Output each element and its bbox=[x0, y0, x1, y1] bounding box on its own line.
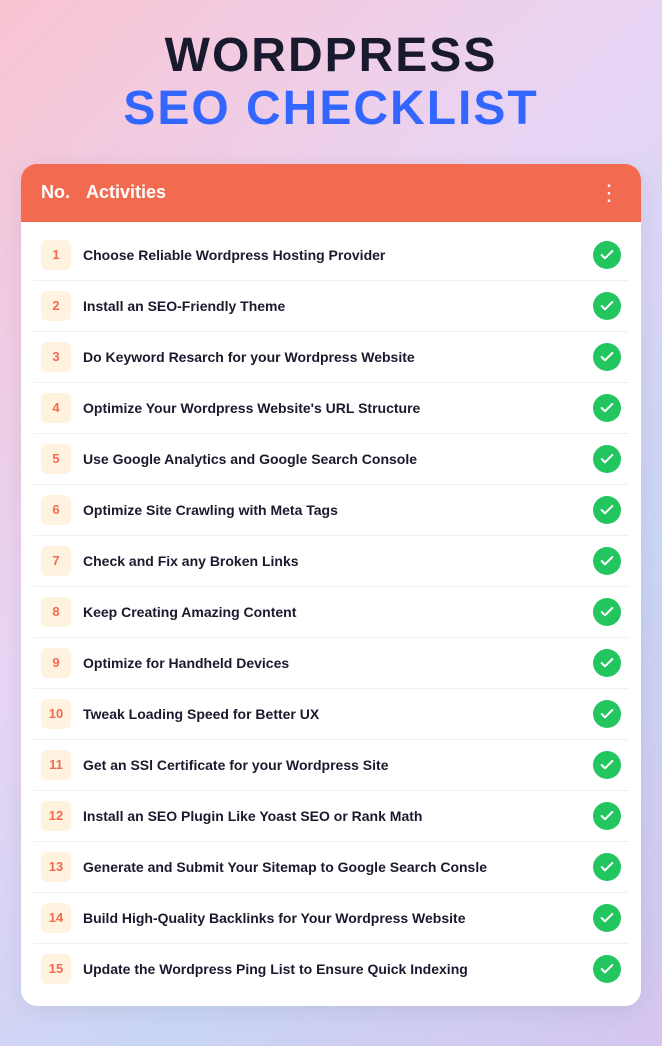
item-number: 4 bbox=[41, 393, 71, 423]
check-icon[interactable] bbox=[593, 292, 621, 320]
check-icon[interactable] bbox=[593, 598, 621, 626]
item-number: 8 bbox=[41, 597, 71, 627]
item-text: Choose Reliable Wordpress Hosting Provid… bbox=[83, 246, 581, 264]
item-number: 7 bbox=[41, 546, 71, 576]
check-icon[interactable] bbox=[593, 241, 621, 269]
header-no-label: No. bbox=[41, 182, 70, 203]
item-number: 1 bbox=[41, 240, 71, 270]
title-section: WORDPRESS SEO CHECKLIST bbox=[21, 30, 641, 136]
list-item: 1 Choose Reliable Wordpress Hosting Provi… bbox=[33, 230, 629, 281]
item-text: Use Google Analytics and Google Search C… bbox=[83, 450, 581, 468]
check-icon[interactable] bbox=[593, 649, 621, 677]
list-item: 9 Optimize for Handheld Devices bbox=[33, 638, 629, 689]
check-icon[interactable] bbox=[593, 496, 621, 524]
list-item: 2 Install an SEO-Friendly Theme bbox=[33, 281, 629, 332]
list-item: 10 Tweak Loading Speed for Better UX bbox=[33, 689, 629, 740]
check-icon[interactable] bbox=[593, 343, 621, 371]
checklist-header: No. Activities ⋮ bbox=[21, 164, 641, 222]
item-number: 11 bbox=[41, 750, 71, 780]
check-icon[interactable] bbox=[593, 445, 621, 473]
check-icon[interactable] bbox=[593, 904, 621, 932]
item-text: Install an SEO-Friendly Theme bbox=[83, 297, 581, 315]
item-number: 14 bbox=[41, 903, 71, 933]
item-number: 12 bbox=[41, 801, 71, 831]
header-activities-label: Activities bbox=[86, 182, 166, 203]
item-number: 13 bbox=[41, 852, 71, 882]
item-text: Optimize Site Crawling with Meta Tags bbox=[83, 501, 581, 519]
check-icon[interactable] bbox=[593, 700, 621, 728]
list-item: 4 Optimize Your Wordpress Website's URL S… bbox=[33, 383, 629, 434]
item-number: 10 bbox=[41, 699, 71, 729]
list-item: 6 Optimize Site Crawling with Meta Tags bbox=[33, 485, 629, 536]
list-item: 14 Build High-Quality Backlinks for Your … bbox=[33, 893, 629, 944]
item-number: 9 bbox=[41, 648, 71, 678]
item-text: Build High-Quality Backlinks for Your Wo… bbox=[83, 909, 581, 927]
item-number: 3 bbox=[41, 342, 71, 372]
item-text: Generate and Submit Your Sitemap to Goog… bbox=[83, 858, 581, 876]
title-line1: WORDPRESS bbox=[21, 30, 641, 83]
item-text: Install an SEO Plugin Like Yoast SEO or … bbox=[83, 807, 581, 825]
list-item: 13 Generate and Submit Your Sitemap to Go… bbox=[33, 842, 629, 893]
checklist-items: 1 Choose Reliable Wordpress Hosting Provi… bbox=[21, 222, 641, 1006]
list-item: 8 Keep Creating Amazing Content bbox=[33, 587, 629, 638]
item-text: Check and Fix any Broken Links bbox=[83, 552, 581, 570]
list-item: 11 Get an SSl Certificate for your Wordpr… bbox=[33, 740, 629, 791]
item-text: Do Keyword Resarch for your Wordpress We… bbox=[83, 348, 581, 366]
item-text: Optimize Your Wordpress Website's URL St… bbox=[83, 399, 581, 417]
check-icon[interactable] bbox=[593, 802, 621, 830]
item-number: 15 bbox=[41, 954, 71, 984]
list-item: 5 Use Google Analytics and Google Search … bbox=[33, 434, 629, 485]
check-icon[interactable] bbox=[593, 547, 621, 575]
item-text: Optimize for Handheld Devices bbox=[83, 654, 581, 672]
list-item: 12 Install an SEO Plugin Like Yoast SEO o… bbox=[33, 791, 629, 842]
item-text: Get an SSl Certificate for your Wordpres… bbox=[83, 756, 581, 774]
check-icon[interactable] bbox=[593, 955, 621, 983]
list-item: 15 Update the Wordpress Ping List to Ensu… bbox=[33, 944, 629, 994]
item-text: Tweak Loading Speed for Better UX bbox=[83, 705, 581, 723]
check-icon[interactable] bbox=[593, 853, 621, 881]
checklist-card: No. Activities ⋮ 1 Choose Reliable Wordpr… bbox=[21, 164, 641, 1006]
item-number: 2 bbox=[41, 291, 71, 321]
item-number: 5 bbox=[41, 444, 71, 474]
item-text: Update the Wordpress Ping List to Ensure… bbox=[83, 960, 581, 978]
header-dots-icon[interactable]: ⋮ bbox=[598, 180, 621, 206]
list-item: 3 Do Keyword Resarch for your Wordpress W… bbox=[33, 332, 629, 383]
check-icon[interactable] bbox=[593, 751, 621, 779]
title-line2: SEO CHECKLIST bbox=[21, 83, 641, 136]
header-left: No. Activities bbox=[41, 182, 166, 203]
main-container: WORDPRESS SEO CHECKLIST No. Activities ⋮… bbox=[21, 30, 641, 1006]
check-icon[interactable] bbox=[593, 394, 621, 422]
item-text: Keep Creating Amazing Content bbox=[83, 603, 581, 621]
list-item: 7 Check and Fix any Broken Links bbox=[33, 536, 629, 587]
item-number: 6 bbox=[41, 495, 71, 525]
